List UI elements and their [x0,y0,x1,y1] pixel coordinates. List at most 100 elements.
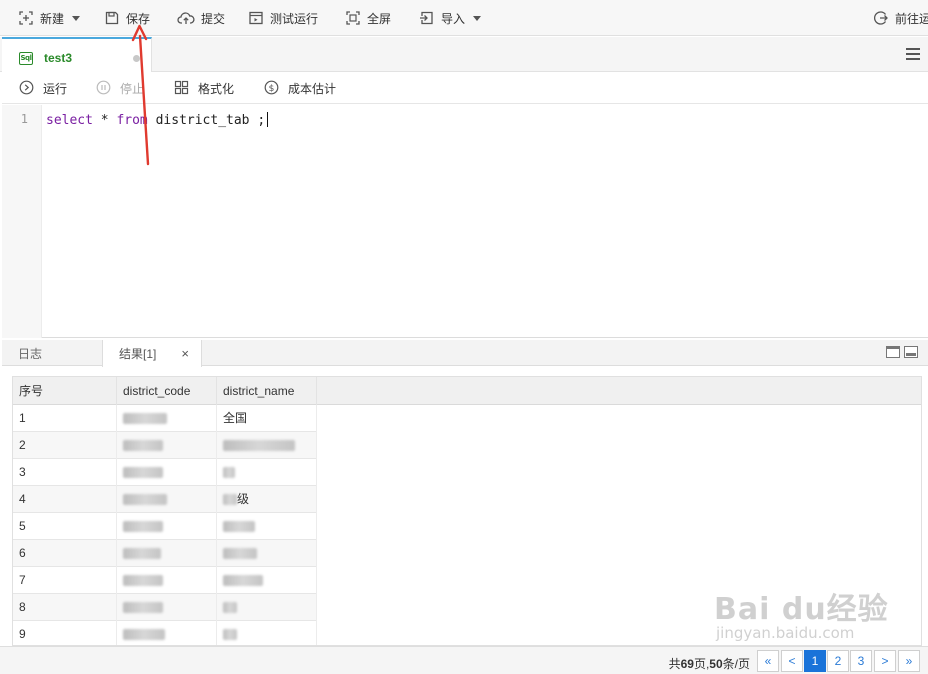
redacted-value [123,548,161,560]
result-table: 序号 district_code district_name 1 全国 2 3 4 级 5 6… [12,376,922,646]
total-pages: 69 [680,657,694,671]
cell-district-name [217,594,317,621]
code-line[interactable]: select * from district_tab ; [46,112,269,128]
run-button[interactable]: 运行 [19,73,67,104]
redacted-value [223,548,257,560]
tab-log[interactable]: 日志 [2,340,102,366]
page-button-1[interactable]: 1 [804,650,826,672]
cell-visible-text: 级 [237,492,250,506]
table-row[interactable]: 6 [13,540,317,567]
keyword-select: select [46,113,93,128]
pagination-summary: 共69页,50条/页 [669,655,750,672]
cell-district-name: 全国 [217,405,317,432]
table-row[interactable]: 4级 [13,486,317,513]
cost-estimate-button[interactable]: $ 成本估计 [264,73,336,104]
last-page-button[interactable]: » [898,650,920,672]
cell-district-code [117,540,217,567]
pagination-bar: 共69页,50条/页 « < 1 2 3 > » [0,646,928,674]
tab-title: test3 [44,51,73,65]
import-button[interactable]: 导入 [419,0,482,36]
maximize-panel-icon[interactable] [886,346,900,358]
test-run-label: 测试运行 [270,11,319,26]
cell-district-code [117,567,217,594]
import-icon [419,10,435,26]
redacted-value [123,629,165,641]
minimize-panel-icon[interactable] [904,346,918,358]
cell-district-code [117,513,217,540]
format-label: 格式化 [198,82,235,96]
stop-button[interactable]: 停止 [96,73,144,104]
redacted-value [223,575,263,587]
cell-district-name: 级 [217,486,317,513]
cell-district-name [217,567,317,594]
redacted-value [123,602,163,614]
save-button[interactable]: 保存 [104,0,150,36]
goto-label: 前往运 [895,11,928,26]
next-page-button[interactable]: > [874,650,896,672]
cell-index: 4 [13,486,117,513]
new-button[interactable]: 新建 [18,0,81,36]
format-button[interactable]: 格式化 [174,73,234,104]
panel-window-controls [886,346,918,358]
cell-index: 8 [13,594,117,621]
cell-district-name [217,459,317,486]
goto-button[interactable]: 前往运 [873,0,928,36]
tab-test3[interactable]: Sql test3 [2,37,152,72]
sql-editor[interactable]: 1 select * from district_tab ; [2,105,928,338]
pause-circle-icon [96,80,111,98]
line-gutter: 1 [2,105,42,338]
editor-toolbar: 运行 停止 格式化 $ 成本估计 [2,73,928,104]
grid-icon [174,80,189,98]
first-page-button[interactable]: « [757,650,779,672]
svg-text:$: $ [269,84,275,94]
fullscreen-icon [345,10,361,26]
column-header-index[interactable]: 序号 [13,377,117,405]
cell-district-code [117,594,217,621]
cell-district-code [117,459,217,486]
prev-page-button[interactable]: < [781,650,803,672]
text-cursor [267,112,269,127]
table-row[interactable]: 8 [13,594,317,621]
redacted-value [123,521,163,533]
page-size: 50 [709,657,723,671]
test-run-button[interactable]: 测试运行 [248,0,318,36]
import-label: 导入 [441,11,466,26]
save-label: 保存 [126,11,151,26]
cell-index: 2 [13,432,117,459]
redacted-value [123,440,163,452]
page-button-3[interactable]: 3 [850,650,872,672]
goto-icon [873,10,889,26]
table-row[interactable]: 5 [13,513,317,540]
cell-district-name [217,513,317,540]
new-label: 新建 [40,11,65,26]
fullscreen-button[interactable]: 全屏 [345,0,391,36]
redacted-value [223,521,255,533]
fullscreen-label: 全屏 [367,11,392,26]
pager-prefix: 共 [668,657,681,671]
column-header-district-code[interactable]: district_code [117,377,217,405]
cell-district-name [217,540,317,567]
redacted-value [123,494,167,506]
cell-index: 5 [13,513,117,540]
menu-icon[interactable] [906,48,920,60]
redacted-value [223,467,235,479]
table-row[interactable]: 3 [13,459,317,486]
cell-index: 1 [13,405,117,432]
cell-district-name [217,432,317,459]
table-row[interactable]: 1 全国 [13,405,317,432]
column-header-district-name[interactable]: district_name [217,377,317,405]
table-row[interactable]: 2 [13,432,317,459]
cell-district-code [117,405,217,432]
cloud-upload-icon [177,10,195,26]
page-button-2[interactable]: 2 [827,650,849,672]
submit-button[interactable]: 提交 [177,0,225,36]
close-icon[interactable]: × [181,346,189,361]
tab-result[interactable]: 结果[1] × [102,340,202,367]
table-row[interactable]: 7 [13,567,317,594]
cell-district-name [217,621,317,645]
redacted-value [223,494,237,506]
dollar-circle-icon: $ [264,80,279,98]
chevron-down-icon [473,15,482,21]
unsaved-dot-icon[interactable] [133,55,140,62]
table-row[interactable]: 9 [13,621,317,645]
